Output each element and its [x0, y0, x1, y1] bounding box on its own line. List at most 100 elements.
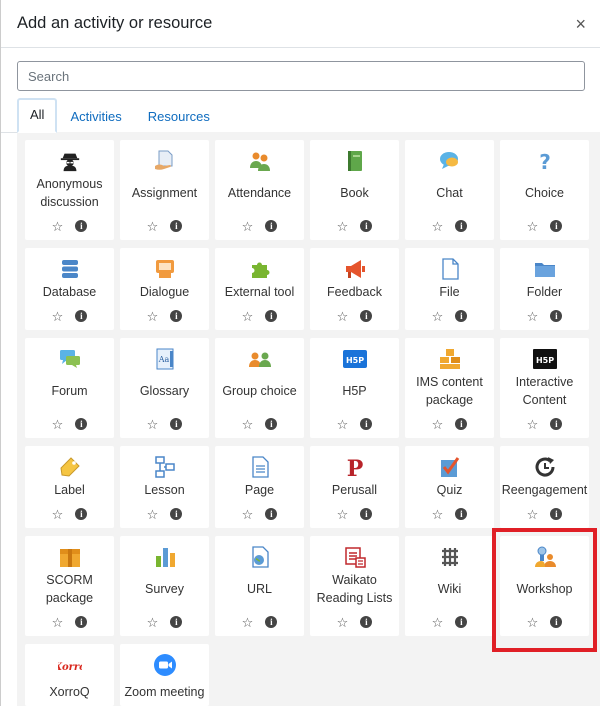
info-icon[interactable]: i: [170, 616, 183, 628]
star-icon[interactable]: ☆: [147, 616, 159, 629]
star-icon[interactable]: ☆: [242, 508, 254, 521]
star-icon[interactable]: ☆: [337, 418, 349, 431]
star-icon[interactable]: ☆: [432, 508, 444, 521]
star-icon[interactable]: ☆: [432, 616, 444, 629]
info-icon[interactable]: i: [550, 508, 563, 520]
info-icon[interactable]: i: [360, 310, 373, 322]
info-icon[interactable]: i: [170, 508, 183, 520]
info-icon[interactable]: i: [360, 418, 373, 430]
star-icon[interactable]: ☆: [52, 310, 64, 323]
star-icon[interactable]: ☆: [527, 418, 539, 431]
activity-item-actions: ☆ i: [337, 212, 373, 240]
info-icon[interactable]: i: [75, 310, 88, 322]
dialogue-icon: [153, 257, 177, 281]
info-icon[interactable]: i: [455, 616, 468, 628]
info-icon[interactable]: i: [75, 508, 88, 520]
activity-item-folder[interactable]: Folder ☆ i: [500, 248, 589, 330]
activity-item-xorroq[interactable]: Xorro XorroQ: [25, 644, 114, 706]
info-icon[interactable]: i: [265, 418, 278, 430]
info-icon[interactable]: i: [360, 616, 373, 628]
info-icon[interactable]: i: [265, 508, 278, 520]
activity-item-reengagement[interactable]: Reengagement ☆ i: [500, 446, 589, 528]
activity-item-lesson[interactable]: Lesson ☆ i: [120, 446, 209, 528]
activity-item-quiz[interactable]: Quiz ☆ i: [405, 446, 494, 528]
activity-item-anonymous-discussion[interactable]: Anonymous discussion ☆ i: [25, 140, 114, 240]
star-icon[interactable]: ☆: [337, 508, 349, 521]
star-icon[interactable]: ☆: [147, 508, 159, 521]
star-icon[interactable]: ☆: [337, 616, 349, 629]
activity-item-forum[interactable]: Forum ☆ i: [25, 338, 114, 438]
activity-item-group-choice[interactable]: Group choice ☆ i: [215, 338, 304, 438]
activity-item-perusall[interactable]: P Perusall ☆ i: [310, 446, 399, 528]
tab-activities[interactable]: Activities: [57, 101, 134, 133]
star-icon[interactable]: ☆: [432, 220, 444, 233]
star-icon[interactable]: ☆: [527, 508, 539, 521]
star-icon[interactable]: ☆: [337, 310, 349, 323]
info-icon[interactable]: i: [265, 310, 278, 322]
info-icon[interactable]: i: [360, 508, 373, 520]
close-icon[interactable]: ×: [575, 15, 586, 33]
activity-item-book[interactable]: Book ☆ i: [310, 140, 399, 240]
activity-item-page[interactable]: Page ☆ i: [215, 446, 304, 528]
info-icon[interactable]: i: [550, 310, 563, 322]
activity-item-file[interactable]: File ☆ i: [405, 248, 494, 330]
info-icon[interactable]: i: [455, 508, 468, 520]
star-icon[interactable]: ☆: [52, 508, 64, 521]
info-icon[interactable]: i: [75, 418, 88, 430]
activity-item-scorm-package[interactable]: SCORM package ☆ i: [25, 536, 114, 636]
activity-item-h5p[interactable]: H5P H5P ☆ i: [310, 338, 399, 438]
star-icon[interactable]: ☆: [432, 418, 444, 431]
star-icon[interactable]: ☆: [147, 418, 159, 431]
tab-all[interactable]: All: [17, 98, 58, 133]
activity-item-label[interactable]: Label ☆ i: [25, 446, 114, 528]
activity-item-url[interactable]: URL ☆ i: [215, 536, 304, 636]
info-icon[interactable]: i: [550, 418, 563, 430]
activity-item-wiki[interactable]: Wiki ☆ i: [405, 536, 494, 636]
star-icon[interactable]: ☆: [527, 310, 539, 323]
info-icon[interactable]: i: [170, 310, 183, 322]
search-input[interactable]: [17, 61, 585, 91]
activity-item-chat[interactable]: Chat ☆ i: [405, 140, 494, 240]
star-icon[interactable]: ☆: [242, 220, 254, 233]
activity-item-interactive-content[interactable]: H5P Interactive Content ☆ i: [500, 338, 589, 438]
star-icon[interactable]: ☆: [242, 616, 254, 629]
info-icon[interactable]: i: [360, 220, 373, 232]
star-icon[interactable]: ☆: [52, 220, 64, 233]
star-icon[interactable]: ☆: [337, 220, 349, 233]
star-icon[interactable]: ☆: [527, 220, 539, 233]
info-icon[interactable]: i: [550, 616, 563, 628]
activity-item-survey[interactable]: Survey ☆ i: [120, 536, 209, 636]
activity-item-external-tool[interactable]: External tool ☆ i: [215, 248, 304, 330]
star-icon[interactable]: ☆: [147, 310, 159, 323]
star-icon[interactable]: ☆: [147, 220, 159, 233]
activity-item-zoom-meeting[interactable]: Zoom meeting: [120, 644, 209, 706]
info-icon[interactable]: i: [455, 220, 468, 232]
info-icon[interactable]: i: [170, 220, 183, 232]
star-icon[interactable]: ☆: [242, 418, 254, 431]
tab-resources[interactable]: Resources: [135, 101, 223, 133]
activity-item-feedback[interactable]: Feedback ☆ i: [310, 248, 399, 330]
star-icon[interactable]: ☆: [527, 616, 539, 629]
info-icon[interactable]: i: [455, 418, 468, 430]
info-icon[interactable]: i: [75, 220, 88, 232]
activity-item-ims-content-package[interactable]: IMS content package ☆ i: [405, 338, 494, 438]
info-icon[interactable]: i: [170, 418, 183, 430]
activity-item-workshop[interactable]: Workshop ☆ i: [500, 536, 589, 636]
activity-item-label: Folder: [526, 284, 563, 299]
info-icon[interactable]: i: [75, 616, 88, 628]
activity-item-glossary[interactable]: Aa Glossary ☆ i: [120, 338, 209, 438]
info-icon[interactable]: i: [265, 220, 278, 232]
star-icon[interactable]: ☆: [242, 310, 254, 323]
info-icon[interactable]: i: [455, 310, 468, 322]
activity-item-dialogue[interactable]: Dialogue ☆ i: [120, 248, 209, 330]
star-icon[interactable]: ☆: [432, 310, 444, 323]
star-icon[interactable]: ☆: [52, 418, 64, 431]
activity-item-database[interactable]: Database ☆ i: [25, 248, 114, 330]
activity-item-choice[interactable]: ? Choice ☆ i: [500, 140, 589, 240]
activity-item-assignment[interactable]: Assignment ☆ i: [120, 140, 209, 240]
info-icon[interactable]: i: [550, 220, 563, 232]
activity-item-attendance[interactable]: Attendance ☆ i: [215, 140, 304, 240]
info-icon[interactable]: i: [265, 616, 278, 628]
star-icon[interactable]: ☆: [52, 616, 64, 629]
activity-item-waikato-reading-lists[interactable]: Waikato Reading Lists ☆ i: [310, 536, 399, 636]
